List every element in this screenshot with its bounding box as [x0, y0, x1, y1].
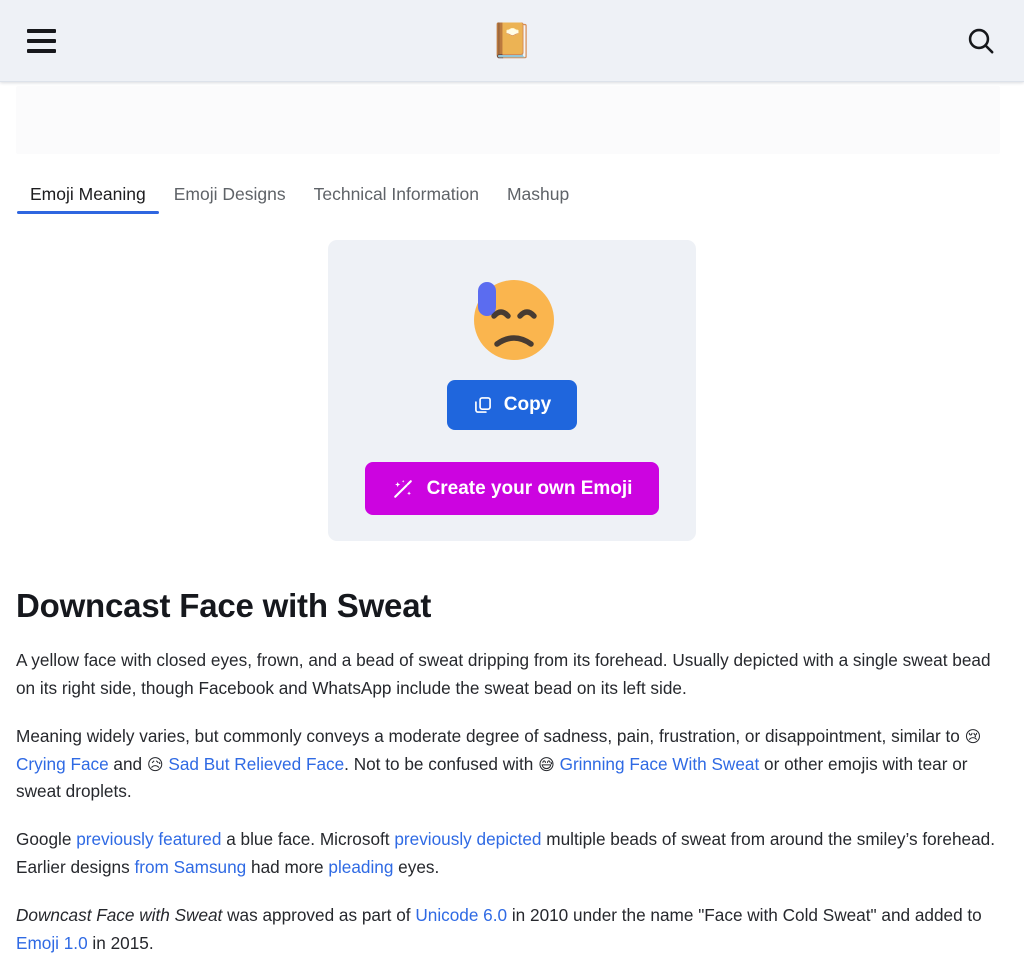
paragraph-text: a blue face. Microsoft: [221, 829, 395, 850]
emoji-meaning-article: Downcast Face with Sweat A yellow face w…: [0, 587, 1024, 958]
hamburger-menu-icon: [26, 28, 56, 33]
tab-mashup[interactable]: Mashup: [493, 184, 583, 214]
emoji-card-row: Copy Create your own Emoji: [0, 240, 1024, 541]
link-previously-depicted[interactable]: previously depicted: [394, 829, 541, 849]
paragraph-text: . Not to be confused with: [344, 753, 539, 774]
tab-emoji-meaning[interactable]: Emoji Meaning: [16, 184, 160, 214]
paragraph-text: Google: [16, 829, 77, 850]
create-button-label: Create your own Emoji: [426, 477, 633, 499]
paragraph-meaning: Meaning widely varies, but commonly conv…: [16, 723, 1008, 807]
link-emoji-1-0[interactable]: Emoji 1.0: [16, 933, 88, 953]
site-header: 📔: [0, 0, 1024, 82]
link-unicode-6-0[interactable]: Unicode 6.0: [415, 905, 507, 925]
paragraph-text: had more: [246, 857, 329, 878]
grinning-face-with-sweat-icon: 😅: [538, 754, 555, 774]
hamburger-menu-icon: [26, 48, 56, 53]
paragraph-text: was approved as part of: [222, 905, 416, 926]
site-logo[interactable]: 📔: [491, 24, 533, 58]
paragraph-description: A yellow face with closed eyes, frown, a…: [16, 647, 1008, 703]
copy-icon: [473, 395, 493, 415]
link-previously-featured[interactable]: previously featured: [76, 829, 221, 849]
paragraph-vendor-designs: Google previously featured a blue face. …: [16, 826, 1008, 882]
copy-button-label: Copy: [503, 394, 552, 415]
create-your-own-emoji-button[interactable]: Create your own Emoji: [364, 462, 660, 515]
sad-but-relieved-face-icon: 😥: [146, 754, 164, 774]
paragraph-text: and: [108, 753, 147, 774]
ad-placeholder-slot: [16, 86, 1000, 154]
page-title: Downcast Face with Sweat: [16, 587, 432, 624]
paragraph-text: eyes.: [393, 857, 440, 878]
paragraph-text: A yellow face with closed eyes, frown, a…: [16, 650, 991, 698]
hamburger-menu-icon: [26, 38, 56, 43]
link-pleading[interactable]: pleading: [328, 857, 393, 877]
paragraph-text: in 2015.: [87, 932, 154, 953]
hamburger-menu-button[interactable]: [18, 18, 64, 64]
magic-wand-icon: [392, 478, 414, 500]
notebook-with-decorative-cover-icon: 📔: [490, 20, 534, 61]
paragraph-approval-history: Downcast Face with Sweat was approved as…: [16, 902, 1008, 958]
content-tabs: Emoji Meaning Emoji Designs Technical In…: [0, 176, 1024, 214]
emoji-preview-card: Copy Create your own Emoji: [328, 240, 696, 541]
link-sad-but-relieved-face[interactable]: Sad But Relieved Face: [168, 754, 344, 774]
search-icon: [968, 28, 994, 53]
copy-button[interactable]: Copy: [446, 380, 578, 430]
emoji-name-italic: Downcast Face with Sweat: [16, 905, 223, 926]
downcast-face-with-sweat-icon: [464, 270, 560, 366]
paragraph-text: in 2010 under the name "Face with Cold S…: [507, 905, 982, 926]
search-button[interactable]: [958, 18, 1004, 64]
tab-technical-information[interactable]: Technical Information: [300, 184, 493, 214]
paragraph-text: Meaning widely varies, but commonly conv…: [16, 725, 965, 746]
link-crying-face[interactable]: Crying Face: [16, 754, 109, 774]
crying-face-icon: 😢: [964, 726, 982, 746]
tab-emoji-designs[interactable]: Emoji Designs: [160, 184, 300, 214]
link-grinning-face-with-sweat[interactable]: Grinning Face With Sweat: [560, 754, 760, 774]
link-from-samsung[interactable]: from Samsung: [134, 857, 246, 877]
